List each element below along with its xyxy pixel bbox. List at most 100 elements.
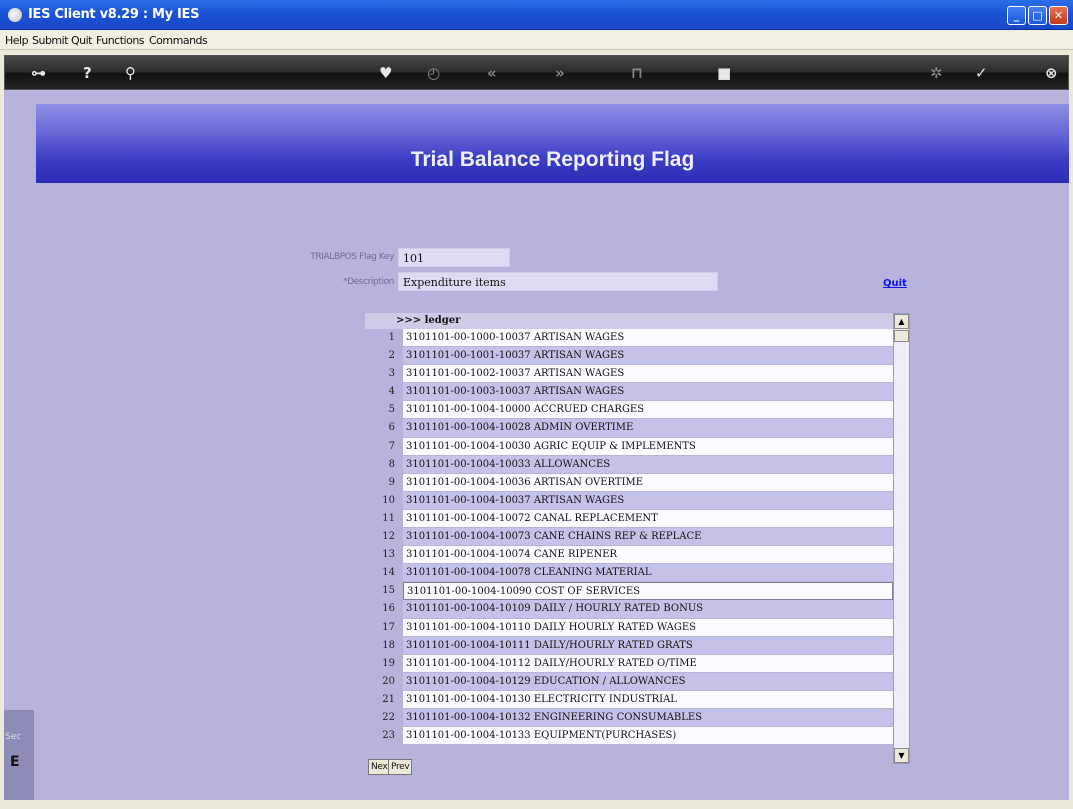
ledger-cell[interactable]: 3101101-00-1004-10111 DAILY/HOURLY RATED… <box>403 636 893 655</box>
back-icon[interactable]: « <box>487 65 497 81</box>
table-row[interactable]: 4 3101101-00-1003-10037 ARTISAN WAGES <box>365 383 893 402</box>
scroll-down-arrow-icon[interactable]: ▼ <box>894 748 909 763</box>
table-row[interactable]: 16 3101101-00-1004-10109 DAILY / HOURLY R… <box>365 600 893 619</box>
row-number: 11 <box>365 509 403 529</box>
menu-help[interactable]: Help <box>5 34 29 47</box>
menu-commands[interactable]: Commands <box>149 34 208 47</box>
ledger-cell[interactable]: 3101101-00-1000-10037 ARTISAN WAGES <box>403 329 893 348</box>
ledger-cell[interactable]: 3101101-00-1004-10078 CLEANING MATERIAL <box>403 564 893 583</box>
row-number: 17 <box>365 618 403 637</box>
table-row[interactable]: 3 3101101-00-1002-10037 ARTISAN WAGES <box>365 365 893 384</box>
table-row[interactable]: 6 3101101-00-1004-10028 ADMIN OVERTIME <box>365 419 893 438</box>
ledger-cell[interactable]: 3101101-00-1004-10132 ENGINEERING CONSUM… <box>403 708 893 728</box>
ledger-cell[interactable]: 3101101-00-1004-10073 CANE CHAINS REP & … <box>403 528 893 547</box>
ledger-cell[interactable]: 3101101-00-1004-10112 DAILY/HOURLY RATED… <box>403 654 893 673</box>
scroll-thumb[interactable] <box>894 330 909 342</box>
settings-icon[interactable]: ✲ <box>930 65 943 81</box>
row-number: 22 <box>365 708 403 728</box>
heart-icon[interactable]: ♥ <box>379 65 392 81</box>
menu-functions[interactable]: Functions <box>96 34 145 47</box>
ledger-cell[interactable]: 3101101-00-1004-10130 ELECTRICITY INDUST… <box>403 690 893 709</box>
row-number: 21 <box>365 690 403 709</box>
flag-key-field[interactable]: 101 <box>398 248 510 267</box>
menu-quit[interactable]: Quit <box>71 34 93 47</box>
ledger-cell[interactable]: 3101101-00-1004-10000 ACCRUED CHARGES <box>403 401 893 420</box>
row-number: 7 <box>365 437 403 456</box>
table-row[interactable]: 7 3101101-00-1004-10030 AGRIC EQUIP & IMP… <box>365 437 893 456</box>
row-number: 23 <box>365 727 403 746</box>
row-number: 2 <box>365 347 403 366</box>
table-row[interactable]: 14 3101101-00-1004-10078 CLEANING MATERIA… <box>365 564 893 583</box>
table-row[interactable]: 1 3101101-00-1000-10037 ARTISAN WAGES <box>365 329 893 348</box>
table-row[interactable]: 18 3101101-00-1004-10111 DAILY/HOURLY RAT… <box>365 636 893 655</box>
title-bar: IES Client v8.29 : My IES _ □ ✕ <box>0 0 1073 30</box>
table-row[interactable]: 19 3101101-00-1004-10112 DAILY/HOURLY RAT… <box>365 654 893 673</box>
ledger-cell[interactable]: 3101101-00-1003-10037 ARTISAN WAGES <box>403 383 893 402</box>
page-banner: Trial Balance Reporting Flag <box>36 104 1069 183</box>
row-number: 13 <box>365 546 403 565</box>
forward-icon[interactable]: » <box>555 65 565 81</box>
ledger-cell[interactable]: 3101101-00-1004-10129 EDUCATION / ALLOWA… <box>403 672 893 691</box>
ledger-cell[interactable]: 3101101-00-1004-10133 EQUIPMENT(PURCHASE… <box>403 727 893 746</box>
ledger-cell[interactable]: 3101101-00-1004-10090 COST OF SERVICES <box>403 582 893 601</box>
row-number: 5 <box>365 401 403 420</box>
table-row[interactable]: 22 3101101-00-1004-10132 ENGINEERING CONS… <box>365 708 893 728</box>
clock-icon[interactable]: ◴ <box>427 65 440 81</box>
description-field[interactable]: Expenditure items <box>398 272 718 291</box>
grid-scrollbar[interactable]: ▲ ▼ <box>893 313 910 764</box>
row-number: 8 <box>365 455 403 474</box>
ledger-grid: >>> ledger 1 3101101-00-1000-10037 ARTISA… <box>365 313 893 764</box>
ledger-cell[interactable]: 3101101-00-1004-10036 ARTISAN OVERTIME <box>403 473 893 492</box>
row-number: 9 <box>365 473 403 492</box>
scroll-up-arrow-icon[interactable]: ▲ <box>894 314 909 329</box>
table-row[interactable]: 9 3101101-00-1004-10036 ARTISAN OVERTIME <box>365 473 893 492</box>
table-row[interactable]: 5 3101101-00-1004-10000 ACCRUED CHARGES <box>365 401 893 420</box>
maximize-button[interactable]: □ <box>1028 6 1047 25</box>
ledger-cell[interactable]: 3101101-00-1004-10110 DAILY HOURLY RATED… <box>403 618 893 637</box>
application-window: IES Client v8.29 : My IES _ □ ✕ Help Sub… <box>0 0 1073 809</box>
table-row[interactable]: 8 3101101-00-1004-10033 ALLOWANCES <box>365 455 893 474</box>
check-icon[interactable]: ✓ <box>975 65 988 81</box>
prev-button[interactable]: Prev <box>388 759 413 775</box>
row-number: 1 <box>365 329 403 348</box>
toolbar: ⊶ ? ⚲ ♥ ◴ « » ⊓ ■ ✲ ✓ ⊗ <box>4 55 1069 90</box>
ledger-cell[interactable]: 3101101-00-1004-10037 ARTISAN WAGES <box>403 491 893 510</box>
table-row[interactable]: 11 3101101-00-1004-10072 CANAL REPLACEMEN… <box>365 509 893 529</box>
row-number: 12 <box>365 528 403 547</box>
ledger-cell[interactable]: 3101101-00-1004-10028 ADMIN OVERTIME <box>403 419 893 438</box>
minimize-button[interactable]: _ <box>1007 6 1026 25</box>
ledger-cell[interactable]: 3101101-00-1004-10074 CANE RIPENER <box>403 546 893 565</box>
row-number: 10 <box>365 491 403 510</box>
ledger-cell[interactable]: 3101101-00-1004-10072 CANAL REPLACEMENT <box>403 509 893 529</box>
table-row[interactable]: 15 3101101-00-1004-10090 COST OF SERVICES <box>365 582 893 601</box>
row-number: 4 <box>365 383 403 402</box>
ledger-cell[interactable]: 3101101-00-1002-10037 ARTISAN WAGES <box>403 365 893 384</box>
stop-icon[interactable]: ■ <box>717 65 731 81</box>
close-icon[interactable]: ⊗ <box>1045 65 1058 81</box>
table-row[interactable]: 12 3101101-00-1004-10073 CANE CHAINS REP … <box>365 528 893 547</box>
side-label: Sec <box>5 732 22 742</box>
menu-submit[interactable]: Submit <box>32 34 69 47</box>
table-row[interactable]: 10 3101101-00-1004-10037 ARTISAN WAGES <box>365 491 893 510</box>
page-title: Trial Balance Reporting Flag <box>410 148 695 171</box>
quit-link[interactable]: Quit <box>883 278 907 289</box>
key-icon[interactable]: ⊶ <box>31 65 46 81</box>
row-number: 14 <box>365 564 403 583</box>
close-button[interactable]: ✕ <box>1049 6 1068 25</box>
table-row[interactable]: 21 3101101-00-1004-10130 ELECTRICITY INDU… <box>365 690 893 709</box>
filter-icon[interactable]: ⊓ <box>631 65 643 81</box>
help-icon[interactable]: ? <box>83 65 92 81</box>
table-row[interactable]: 20 3101101-00-1004-10129 EDUCATION / ALLO… <box>365 672 893 691</box>
table-row[interactable]: 13 3101101-00-1004-10074 CANE RIPENER <box>365 546 893 565</box>
row-number: 20 <box>365 672 403 691</box>
search-icon[interactable]: ⚲ <box>125 65 136 81</box>
table-row[interactable]: 17 3101101-00-1004-10110 DAILY HOURLY RAT… <box>365 618 893 637</box>
table-row[interactable]: 23 3101101-00-1004-10133 EQUIPMENT(PURCHA… <box>365 727 893 746</box>
description-label: *Description <box>343 277 394 287</box>
row-number: 15 <box>365 582 403 601</box>
ledger-cell[interactable]: 3101101-00-1004-10109 DAILY / HOURLY RAT… <box>403 600 893 619</box>
ledger-cell[interactable]: 3101101-00-1004-10033 ALLOWANCES <box>403 455 893 474</box>
ledger-cell[interactable]: 3101101-00-1004-10030 AGRIC EQUIP & IMPL… <box>403 437 893 456</box>
table-row[interactable]: 2 3101101-00-1001-10037 ARTISAN WAGES <box>365 347 893 366</box>
ledger-cell[interactable]: 3101101-00-1001-10037 ARTISAN WAGES <box>403 347 893 366</box>
